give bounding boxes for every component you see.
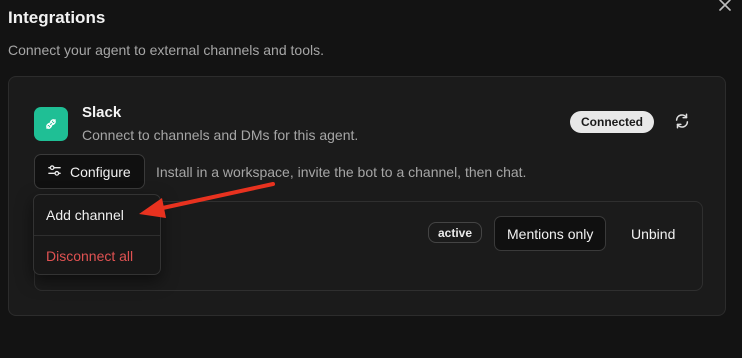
close-icon[interactable] [718, 0, 732, 12]
channel-status-badge: active [428, 222, 483, 243]
configure-dropdown-menu: Add channel Disconnect all [33, 194, 161, 275]
page-subtitle: Connect your agent to external channels … [8, 42, 324, 58]
unbind-button[interactable]: Unbind [621, 216, 685, 251]
configure-button[interactable]: Configure [34, 154, 145, 189]
integration-description: Connect to channels and DMs for this age… [82, 127, 359, 143]
page-title: Integrations [8, 8, 106, 27]
add-channel-menu-item[interactable]: Add channel [34, 195, 160, 235]
configure-button-label: Configure [70, 163, 131, 180]
mentions-only-button[interactable]: Mentions only [494, 216, 607, 251]
refresh-icon[interactable] [673, 112, 691, 130]
plug-icon [34, 107, 68, 141]
integration-name: Slack [82, 104, 122, 121]
sliders-icon [47, 163, 62, 181]
disconnect-all-menu-item[interactable]: Disconnect all [34, 236, 160, 274]
connection-status-badge: Connected [570, 111, 655, 133]
install-hint: Install in a workspace, invite the bot t… [156, 164, 527, 180]
